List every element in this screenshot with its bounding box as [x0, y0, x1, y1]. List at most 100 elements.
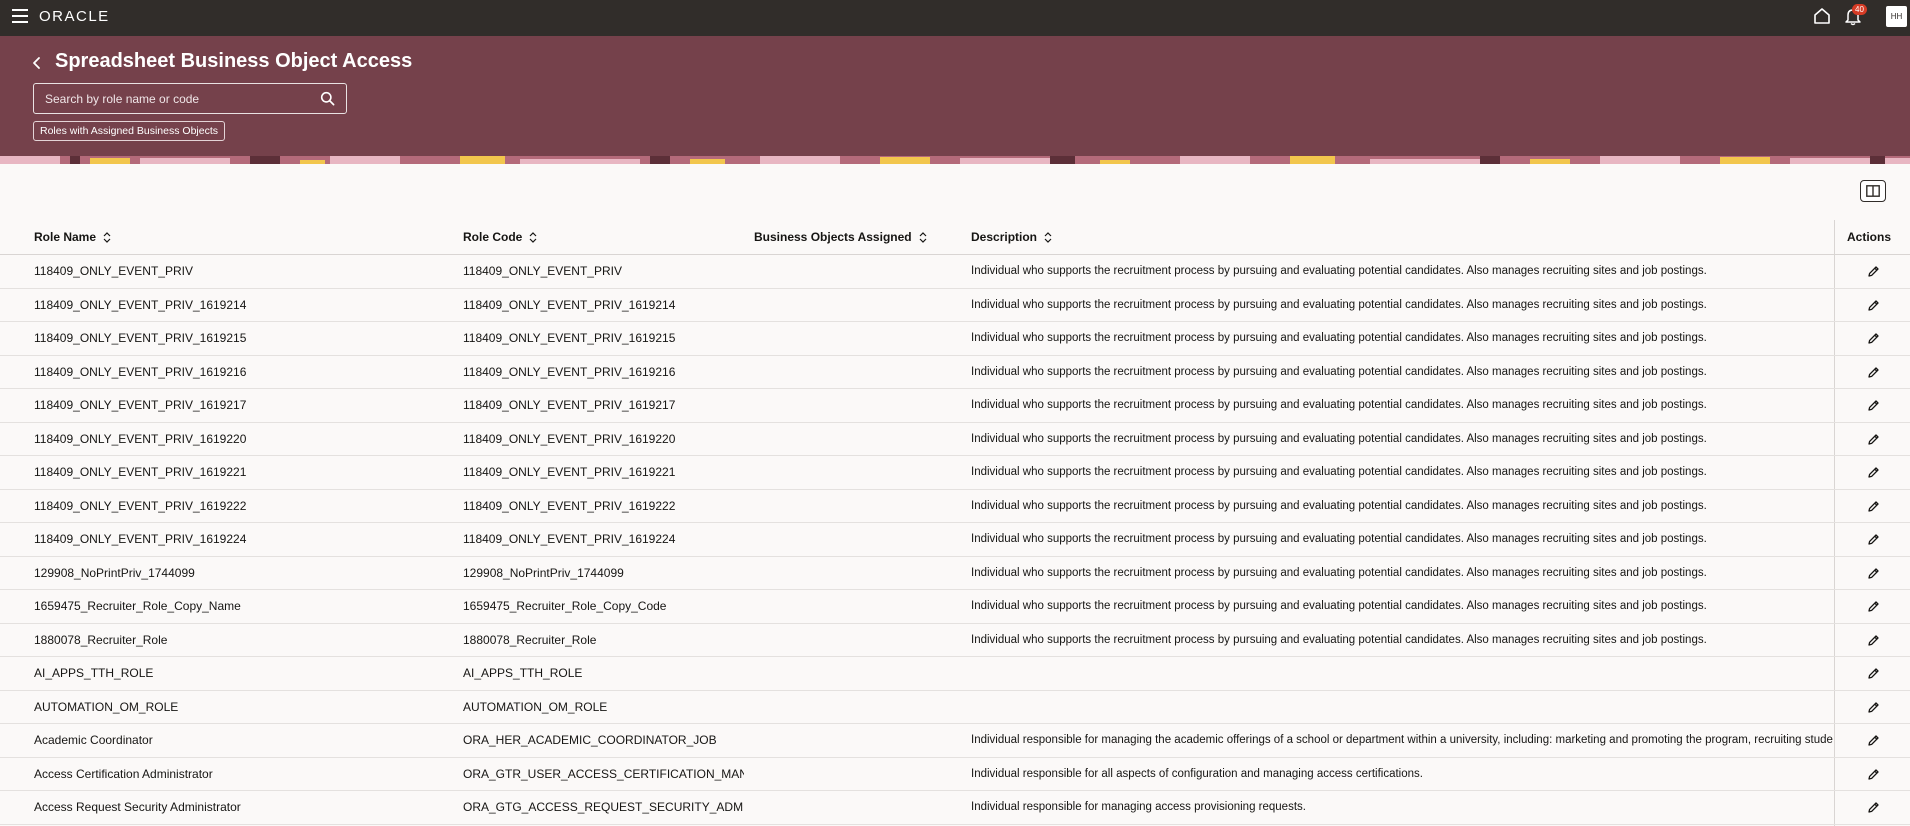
column-header-business-objects[interactable]: Business Objects Assigned — [754, 220, 927, 254]
description-cell: Individual who supports the recruitment … — [971, 466, 1707, 478]
edit-icon[interactable] — [1867, 466, 1880, 479]
role-code-cell: 118409_ONLY_EVENT_PRIV_1619216 — [463, 364, 676, 379]
role-code-cell: AUTOMATION_OM_ROLE — [463, 699, 608, 714]
role-name-cell: AI_APPS_TTH_ROLE — [34, 666, 154, 680]
description-cell: Individual responsible for managing acce… — [971, 801, 1306, 813]
table-row[interactable]: AUTOMATION_OM_ROLE AUTOMATION_OM_ROLE — [0, 691, 1910, 724]
search-field[interactable] — [33, 83, 347, 114]
role-code-cell: 1880078_Recruiter_Role — [463, 632, 597, 647]
table-row[interactable]: 1659475_Recruiter_Role_Copy_Name 1659475_… — [0, 590, 1910, 624]
role-code-cell: 118409_ONLY_EVENT_PRIV_1619214 — [463, 297, 676, 312]
role-name-cell: Access Certification Administrator — [34, 766, 213, 781]
column-header-label: Description — [971, 230, 1038, 244]
table-row[interactable]: 1880078_Recruiter_Role 1880078_Recruiter_… — [0, 624, 1910, 657]
table-row[interactable]: 118409_ONLY_EVENT_PRIV_1619222 118409_ONL… — [0, 490, 1910, 523]
edit-icon[interactable] — [1867, 332, 1880, 345]
sort-icon[interactable] — [919, 232, 927, 244]
column-header-role-code[interactable]: Role Code — [463, 220, 537, 254]
edit-icon[interactable] — [1867, 801, 1880, 814]
role-code-cell: AI_APPS_TTH_ROLE — [463, 666, 583, 680]
filter-chip-assigned-business-objects[interactable]: Roles with Assigned Business Objects — [33, 121, 226, 141]
description-cell: Individual who supports the recruitment … — [971, 533, 1707, 545]
role-name-cell: 118409_ONLY_EVENT_PRIV_1619216 — [34, 364, 247, 379]
table-row[interactable]: 118409_ONLY_EVENT_PRIV_1619221 118409_ONL… — [0, 456, 1910, 490]
role-code-cell: 118409_ONLY_EVENT_PRIV — [463, 264, 622, 278]
page-banner: Spreadsheet Business Object Access Roles… — [0, 36, 1910, 164]
description-cell: Individual who supports the recruitment … — [971, 399, 1707, 411]
table-row[interactable]: 118409_ONLY_EVENT_PRIV 118409_ONLY_EVENT_… — [0, 255, 1910, 289]
table-row[interactable]: Access Request Security Administrator ORA… — [0, 791, 1910, 825]
column-header-role-name[interactable]: Role Name — [34, 220, 111, 254]
role-name-cell: 118409_ONLY_EVENT_PRIV_1619214 — [34, 297, 247, 312]
column-layout-button[interactable] — [1860, 180, 1886, 202]
role-name-cell: 118409_ONLY_EVENT_PRIV_1619217 — [34, 398, 247, 412]
table-row[interactable]: AI_APPS_TTH_ROLE AI_APPS_TTH_ROLE — [0, 657, 1910, 691]
description-cell — [971, 691, 1833, 724]
role-name-cell: 118409_ONLY_EVENT_PRIV_1619220 — [34, 431, 247, 446]
description-cell: Individual who supports the recruitment … — [971, 365, 1707, 378]
edit-icon[interactable] — [1867, 366, 1880, 379]
page-title: Spreadsheet Business Object Access — [55, 50, 413, 72]
role-name-cell: 129908_NoPrintPriv_1744099 — [34, 565, 195, 580]
edit-icon[interactable] — [1867, 299, 1880, 312]
role-code-cell: 118409_ONLY_EVENT_PRIV_1619217 — [463, 398, 676, 412]
role-name-cell: 118409_ONLY_EVENT_PRIV_1619222 — [34, 498, 247, 513]
edit-icon[interactable] — [1867, 500, 1880, 513]
edit-icon[interactable] — [1867, 634, 1880, 647]
description-cell: Individual who supports the recruitment … — [971, 332, 1707, 344]
role-name-cell: 118409_ONLY_EVENT_PRIV — [34, 264, 193, 278]
edit-icon[interactable] — [1867, 701, 1880, 714]
notification-count-badge: 40 — [1852, 4, 1867, 15]
role-name-cell: Access Request Security Administrator — [34, 800, 241, 814]
edit-icon[interactable] — [1867, 567, 1880, 580]
back-icon[interactable] — [30, 55, 44, 71]
description-cell: Individual who supports the recruitment … — [971, 432, 1707, 445]
role-name-cell: 118409_ONLY_EVENT_PRIV_1619215 — [34, 331, 247, 345]
table-row[interactable]: 118409_ONLY_EVENT_PRIV_1619224 118409_ONL… — [0, 523, 1910, 557]
column-header-description[interactable]: Description — [971, 220, 1052, 254]
table-row[interactable]: 118409_ONLY_EVENT_PRIV_1619216 118409_ONL… — [0, 356, 1910, 389]
description-cell: Individual who supports the recruitment … — [971, 600, 1707, 612]
oracle-logo[interactable]: ORACLE — [39, 8, 110, 25]
description-cell: Individual who supports the recruitment … — [971, 633, 1707, 646]
edit-icon[interactable] — [1867, 433, 1880, 446]
table-row[interactable]: 118409_ONLY_EVENT_PRIV_1619215 118409_ONL… — [0, 322, 1910, 356]
table-row[interactable]: Access Certification Administrator ORA_GT… — [0, 758, 1910, 791]
column-header-label: Role Code — [463, 230, 523, 244]
edit-icon[interactable] — [1867, 265, 1880, 278]
user-avatar[interactable]: HH — [1886, 6, 1907, 27]
global-header: ORACLE 40 HH — [0, 0, 1910, 36]
column-header-label: Role Name — [34, 230, 97, 244]
role-name-cell: 118409_ONLY_EVENT_PRIV_1619224 — [34, 532, 247, 546]
table-row[interactable]: 118409_ONLY_EVENT_PRIV_1619220 118409_ONL… — [0, 423, 1910, 456]
table-row[interactable]: Academic Coordinator ORA_HER_ACADEMIC_COO… — [0, 724, 1910, 758]
edit-icon[interactable] — [1867, 533, 1880, 546]
edit-icon[interactable] — [1867, 399, 1880, 412]
table-row[interactable]: 118409_ONLY_EVENT_PRIV_1619217 118409_ONL… — [0, 389, 1910, 423]
description-cell — [971, 657, 1833, 690]
role-name-cell: AUTOMATION_OM_ROLE — [34, 699, 179, 714]
description-cell: Individual who supports the recruitment … — [971, 499, 1707, 512]
table-row[interactable]: 118409_ONLY_EVENT_PRIV_1619214 118409_ONL… — [0, 289, 1910, 322]
menu-icon[interactable] — [12, 9, 28, 23]
sort-icon[interactable] — [529, 232, 537, 244]
edit-icon[interactable] — [1867, 600, 1880, 613]
home-icon[interactable] — [1813, 7, 1831, 25]
role-code-cell: 129908_NoPrintPriv_1744099 — [463, 565, 624, 580]
column-header-actions: Actions — [1847, 230, 1892, 244]
sort-icon[interactable] — [103, 232, 111, 244]
table-row[interactable]: 129908_NoPrintPriv_1744099 129908_NoPrint… — [0, 557, 1910, 590]
banner-pattern — [0, 156, 1910, 164]
search-input[interactable] — [45, 84, 315, 113]
search-icon[interactable] — [320, 91, 335, 106]
description-cell: Individual responsible for managing the … — [971, 734, 1833, 746]
edit-icon[interactable] — [1867, 667, 1880, 680]
sort-icon[interactable] — [1044, 232, 1052, 244]
role-code-cell: 118409_ONLY_EVENT_PRIV_1619215 — [463, 331, 676, 345]
description-cell: Individual responsible for all aspects o… — [971, 767, 1423, 780]
column-header-label: Business Objects Assigned — [754, 230, 912, 244]
role-code-cell: 118409_ONLY_EVENT_PRIV_1619221 — [463, 465, 676, 479]
role-code-cell: 118409_ONLY_EVENT_PRIV_1619224 — [463, 532, 676, 546]
edit-icon[interactable] — [1867, 768, 1880, 781]
edit-icon[interactable] — [1867, 734, 1880, 747]
